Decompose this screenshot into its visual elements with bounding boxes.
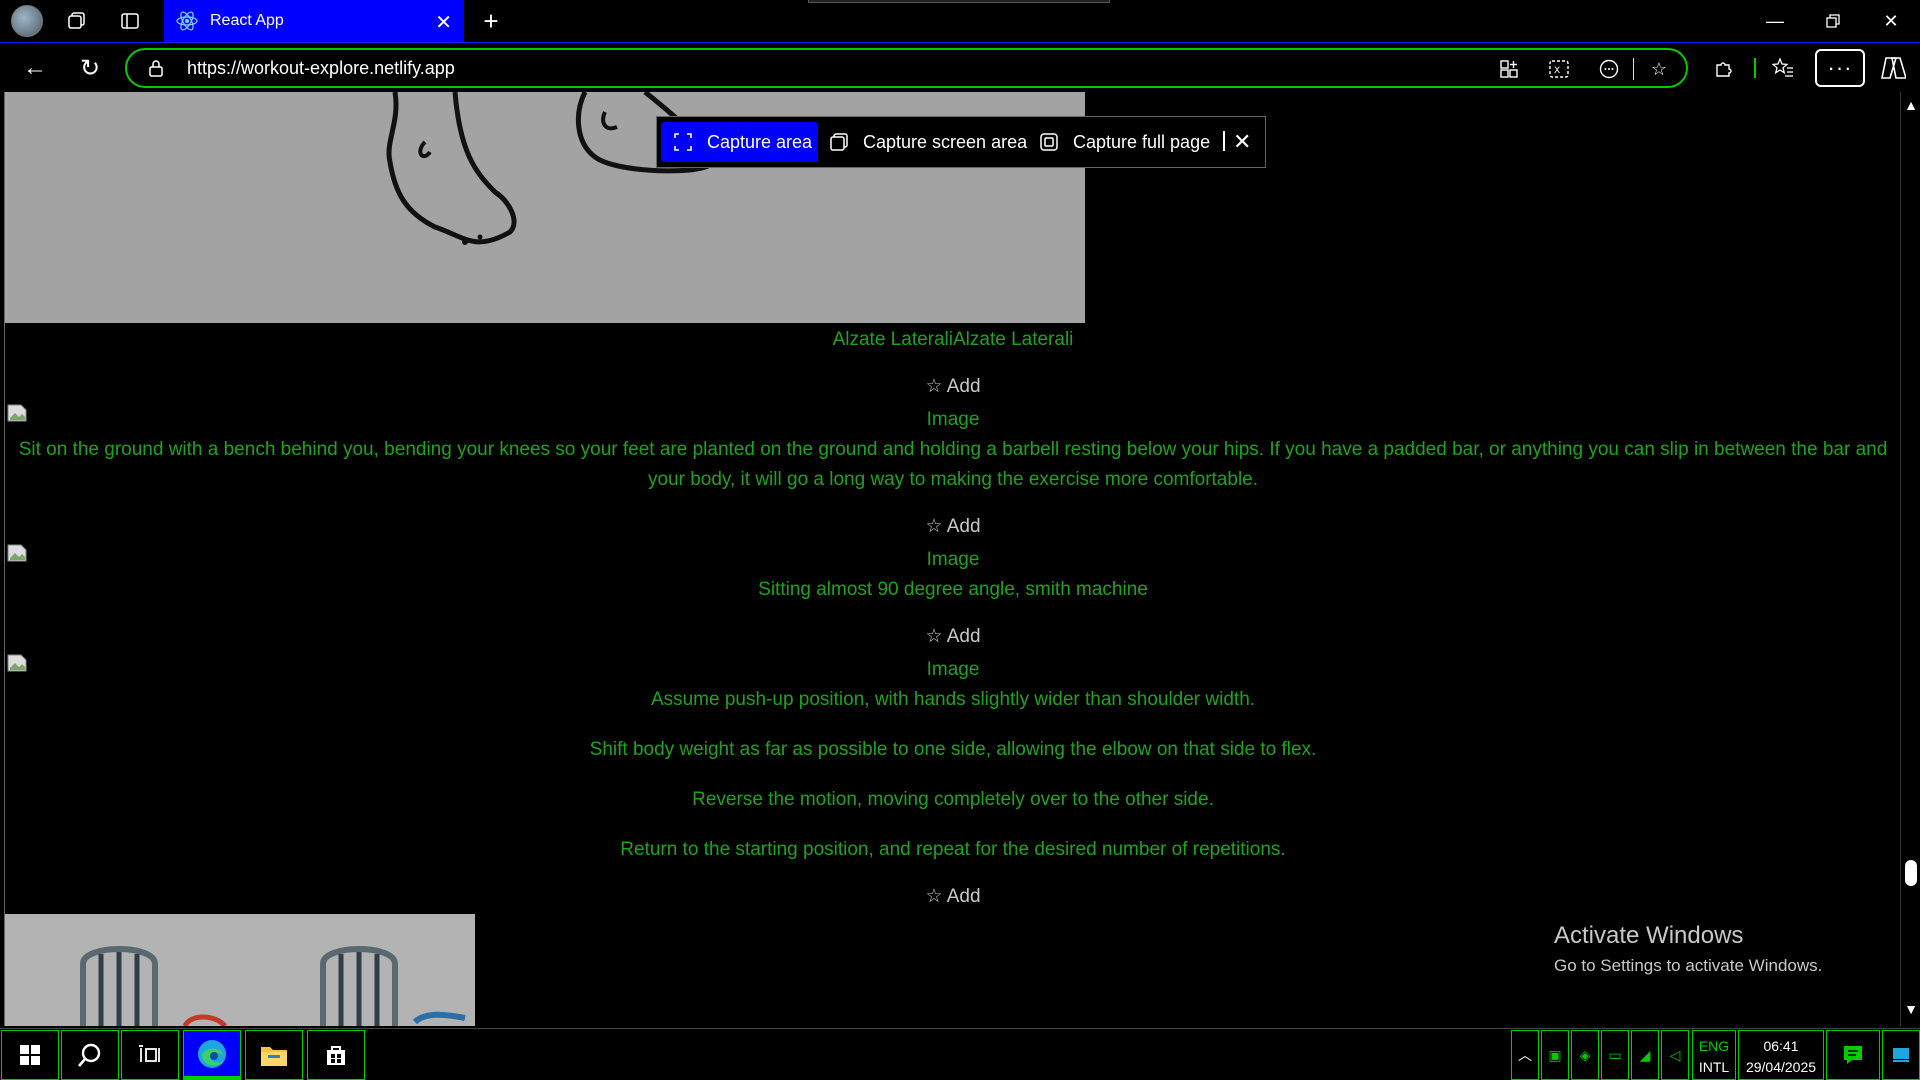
capture-screen-area-button[interactable]: Capture screen area [829,122,1027,162]
image-alt-text: Image [926,549,980,570]
watermark-subtitle: Go to Settings to activate Windows. [1554,956,1823,975]
close-icon[interactable]: ✕ [1233,129,1251,155]
react-icon [176,10,198,32]
screen: React App ✕ + — ✕ ← ↻ https://workout-ex… [0,0,1920,1080]
extensions-icon[interactable] [1709,54,1739,82]
page-scrollbar[interactable]: ▲ ▼ [1900,92,1920,1026]
edge-icon[interactable] [183,1030,241,1080]
close-window-icon[interactable]: ✕ [1868,6,1914,36]
close-icon[interactable]: ✕ [435,10,452,35]
instruction-step: Assume push-up position, with hands slig… [650,689,1256,710]
clock[interactable]: 06:41 29/04/2025 [1738,1030,1824,1080]
exercise-title[interactable]: Alzate LateraliAlzate Laterali [5,325,1900,355]
show-desktop-icon[interactable] [1882,1030,1920,1080]
capture-toolbar: Capture area Capture screen area Capture… [656,116,1266,168]
clock-date: 29/04/2025 [1745,1059,1817,1075]
window-handle [808,0,1110,3]
search-icon[interactable] [61,1030,119,1080]
tab-actions-icon[interactable] [115,6,145,36]
exercise-illustration-bottom [5,914,475,1026]
windows-icon[interactable] [1,1030,59,1080]
capture-area-icon [674,133,692,151]
workspaces-icon[interactable] [62,6,92,36]
scroll-thumb[interactable] [1905,860,1917,886]
tab-title: React App [210,12,284,29]
refresh-icon[interactable]: ↻ [74,54,106,82]
add-favorite-button[interactable]: ☆ Add [5,625,1900,648]
url-text[interactable]: https://workout-explore.netlify.app [187,58,455,79]
plus-icon[interactable]: + [476,6,506,36]
image-alt-text: Image [926,409,980,430]
clock-time: 06:41 [1763,1038,1799,1054]
notification-icon[interactable] [1826,1030,1880,1080]
address-row: ← ↻ https://workout-explore.netlify.app … [0,44,1920,92]
address-bar[interactable]: https://workout-explore.netlify.app X ☆ [125,48,1688,88]
restore-icon[interactable] [1810,6,1856,36]
keyboard-layout: INTL [1698,1059,1730,1075]
volume-icon[interactable]: ◁ [1661,1030,1689,1080]
immersive-reader-icon[interactable]: X [1547,57,1571,81]
exercise-description: Sit on the ground with a bench behind yo… [18,439,1888,490]
instruction-step: Shift body weight as far as possible to … [589,739,1317,760]
favorite-star-icon[interactable]: ☆ [1647,57,1671,81]
more-icon[interactable]: ··· [1815,49,1865,87]
capture-area-label: Capture area [707,131,813,152]
add-favorite-button[interactable]: ☆ Add [5,885,1900,908]
tray-app-icon[interactable]: ◈ [1571,1030,1599,1080]
scroll-up-icon[interactable]: ▲ [1904,98,1918,112]
watermark-title: Activate Windows [1554,922,1744,949]
instruction-step: Return to the starting position, and rep… [620,839,1286,860]
network-icon[interactable]: ◢ [1631,1030,1659,1080]
battery-icon[interactable]: ▭ [1601,1030,1629,1080]
toolbar-separator [1754,58,1756,78]
task-view-icon[interactable] [121,1030,179,1080]
file-explorer-icon[interactable] [245,1030,303,1080]
tab-react-app[interactable]: React App ✕ [164,0,464,42]
tray-camera-icon[interactable]: ▣ [1541,1030,1569,1080]
capture-screen-area-label: Capture screen area [863,131,1028,152]
favorites-icon[interactable] [1768,54,1798,82]
minimize-icon[interactable]: — [1752,6,1798,36]
exercise-description: Sitting almost 90 degree angle, smith ma… [758,579,1148,600]
svg-text:X: X [1554,66,1560,76]
capture-screen-icon [830,133,848,151]
scroll-down-icon[interactable]: ▼ [1904,1002,1918,1016]
taskbar: ︿ ▣ ◈ ▭ ◢ ◁ ENG INTL 06:41 29/04/2025 [0,1028,1920,1080]
back-icon[interactable]: ← [19,54,51,82]
lock-icon[interactable] [149,59,163,77]
separator [1633,58,1634,80]
add-favorite-button[interactable]: ☆ Add [5,515,1900,538]
capture-full-page-button[interactable]: Capture full page [1039,122,1210,162]
page-viewport: Alzate LateraliAlzate Laterali ☆ Add Ima… [4,92,1900,1026]
store-icon[interactable] [307,1030,365,1080]
profile-avatar[interactable] [11,5,43,37]
capture-full-page-label: Capture full page [1073,131,1211,152]
app-available-icon[interactable] [1497,57,1521,81]
activate-windows-watermark: Activate Windows Go to Settings to activ… [1554,922,1822,976]
emoji-icon[interactable] [1597,57,1621,81]
image-alt-text: Image [926,659,980,680]
title-bar: React App ✕ + — ✕ [0,0,1920,43]
instruction-step: Reverse the motion, moving completely ov… [692,789,1214,810]
chevron-up-icon[interactable]: ︿ [1511,1030,1539,1080]
language-indicator[interactable]: ENG INTL [1692,1030,1736,1080]
text-cursor [1223,131,1225,151]
capture-full-page-icon [1040,133,1058,151]
capture-area-button[interactable]: Capture area [661,122,818,162]
copilot-icon[interactable] [1878,54,1908,82]
language-code: ENG [1698,1038,1730,1054]
add-favorite-button[interactable]: ☆ Add [5,375,1900,398]
